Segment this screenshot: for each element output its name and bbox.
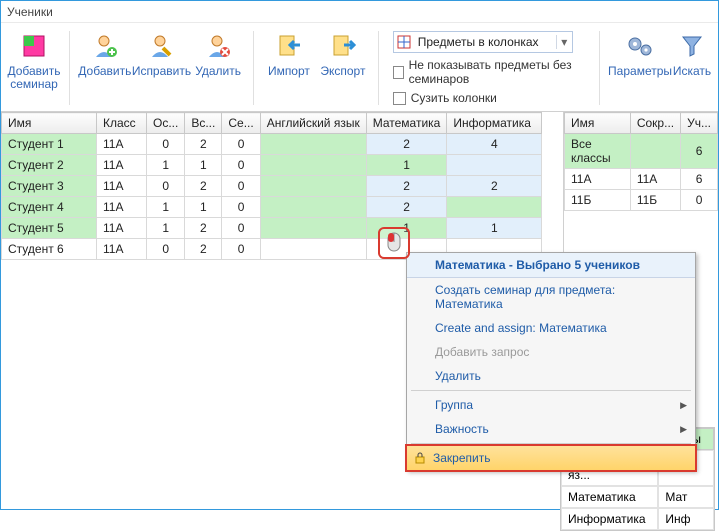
fix-button[interactable]: Исправить: [132, 31, 191, 78]
ctx-delete[interactable]: Удалить: [407, 364, 695, 388]
ribbon-options: Предметы в колонках ▾ Не показывать пред…: [393, 31, 592, 105]
ctx-header: Математика - Выбрано 5 учеников: [407, 253, 695, 278]
ctx-importance[interactable]: Важность: [407, 417, 695, 441]
col-vs[interactable]: Вс...: [185, 113, 222, 134]
col-se[interactable]: Се...: [222, 113, 260, 134]
col-os[interactable]: Ос...: [147, 113, 185, 134]
add-seminar-button[interactable]: Добавить семинар: [7, 31, 61, 91]
hide-no-seminar-checkbox[interactable]: Не показывать предметы без семинаров: [393, 58, 592, 86]
col-math[interactable]: Математика: [366, 113, 447, 134]
add-seminar-icon: [19, 31, 49, 61]
cursor-highlight: [378, 227, 410, 259]
rcol-uch[interactable]: Уч...: [681, 113, 718, 134]
table-row[interactable]: 11Б11Б0: [565, 190, 718, 211]
import-icon: [274, 31, 304, 61]
narrow-columns-checkbox[interactable]: Сузить колонки: [393, 91, 592, 105]
combo-text: Предметы в колонках: [414, 35, 556, 49]
person-add-icon: [90, 31, 120, 61]
window-title: Ученики: [7, 5, 53, 19]
funnel-icon: [677, 31, 707, 61]
export-button[interactable]: Экспорт: [316, 31, 370, 78]
rcol-short[interactable]: Сокр...: [630, 113, 680, 134]
lock-icon: [413, 451, 427, 465]
gears-icon: [625, 31, 655, 61]
table-row[interactable]: 11A11A6: [565, 169, 718, 190]
classes-table[interactable]: Имя Сокр... Уч... Все классы611A11A611Б1…: [564, 112, 718, 211]
list-item[interactable]: ИнформатикаИнф: [561, 508, 714, 530]
table-row[interactable]: Все классы6: [565, 134, 718, 169]
table-row[interactable]: Студент 511A12011: [2, 218, 542, 239]
chevron-down-icon[interactable]: ▾: [556, 35, 572, 49]
delete-button[interactable]: Удалить: [191, 31, 245, 78]
export-icon: [328, 31, 358, 61]
table-row[interactable]: Студент 411A1102: [2, 197, 542, 218]
ctx-pin[interactable]: Закрепить: [405, 444, 697, 472]
search-button[interactable]: Искать: [672, 31, 712, 78]
grid-icon: [394, 35, 414, 49]
columns-mode-combo[interactable]: Предметы в колонках ▾: [393, 31, 573, 53]
col-name[interactable]: Имя: [2, 113, 97, 134]
params-button[interactable]: Параметры: [608, 31, 672, 78]
students-table[interactable]: Имя Класс Ос... Вс... Се... Английский я…: [1, 112, 542, 260]
ctx-add-request: Добавить запрос: [407, 340, 695, 364]
rcol-name[interactable]: Имя: [565, 113, 631, 134]
table-row[interactable]: Студент 211A1101: [2, 155, 542, 176]
table-row[interactable]: Студент 311A02022: [2, 176, 542, 197]
context-menu: Математика - Выбрано 5 учеников Создать …: [406, 252, 696, 471]
import-button[interactable]: Импорт: [262, 31, 316, 78]
person-edit-icon: [146, 31, 176, 61]
ctx-create-assign[interactable]: Create and assign: Математика: [407, 316, 695, 340]
ctx-create-seminar[interactable]: Создать семинар для предмета: Математика: [407, 278, 695, 316]
col-class[interactable]: Класс: [97, 113, 147, 134]
add-button[interactable]: Добавить: [78, 31, 132, 78]
col-eng[interactable]: Английский язык: [260, 113, 366, 134]
col-inf[interactable]: Информатика: [447, 113, 542, 134]
ctx-group[interactable]: Группа: [407, 393, 695, 417]
table-row[interactable]: Студент 111A02024: [2, 134, 542, 155]
person-delete-icon: [203, 31, 233, 61]
window-title-bar: Ученики: [1, 1, 718, 23]
list-item[interactable]: МатематикаМат: [561, 486, 714, 508]
mouse-icon: [384, 231, 404, 255]
ribbon: Добавить семинар Добавить Исправить Удал…: [1, 23, 718, 112]
